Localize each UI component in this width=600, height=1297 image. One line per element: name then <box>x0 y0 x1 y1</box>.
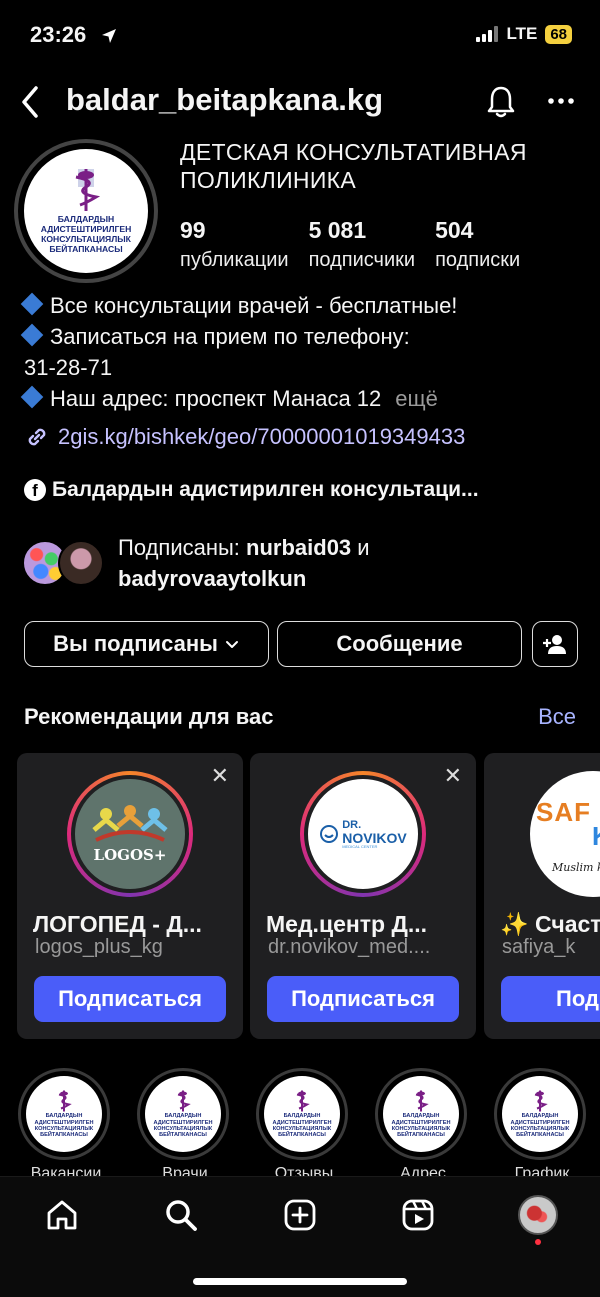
clinic-logo: БАЛДАРДЫН АДИСТЕШТИРИЛГЕН КОНСУЛЬТАЦИЯЛЫ… <box>24 149 148 273</box>
card-avatar: SAF KI Muslim kin <box>530 771 600 897</box>
battery-icon: 68 <box>545 24 572 44</box>
profile-stats: 99 публикации 5 081 подписчики 504 подпи… <box>180 215 590 275</box>
card-avatar: LOGOS+ <box>71 775 189 893</box>
card-name: ✨ Счаст <box>500 911 600 937</box>
location-arrow-icon <box>102 29 116 43</box>
caduceus-icon <box>58 1090 72 1112</box>
tab-profile[interactable] <box>518 1195 558 1235</box>
highlight-item[interactable]: БАЛДАРДЫН АДИСТЕШТИРИЛГЕН КОНСУЛЬТАЦИЯЛЫК Б… <box>375 1068 471 1176</box>
highlight-label: Вакансии <box>30 1165 102 1176</box>
story-ring[interactable]: LOGOS+ <box>67 771 193 897</box>
card-name: Мед.центр Д... <box>266 911 428 937</box>
logo-text: KI <box>592 821 600 852</box>
highlight-label: Врачи <box>162 1165 208 1176</box>
recommendations-header: Рекомендации для вас Все <box>24 704 576 730</box>
bell-icon[interactable] <box>484 84 518 120</box>
more-options-icon[interactable] <box>544 86 578 116</box>
card-handle: dr.novikov_med.... <box>268 936 431 958</box>
card-handle: safiya_k <box>502 936 576 958</box>
facebook-link[interactable]: f Балдардын адистирилген консультаци... <box>24 478 479 502</box>
tab-reels[interactable] <box>398 1195 438 1235</box>
highlight-item[interactable]: БАЛДАРДЫН АДИСТЕШТИРИЛГЕН КОНСУЛЬТАЦИЯЛЫК Б… <box>256 1068 352 1176</box>
profile-avatar[interactable]: БАЛДАРДЫН АДИСТЕШТИРИЛГЕН КОНСУЛЬТАЦИЯЛЫ… <box>14 139 158 283</box>
follow-button[interactable]: Подписаться <box>34 976 226 1022</box>
profile-display-name: ДЕТСКАЯ КОНСУЛЬТАТИВНАЯ ПОЛИКЛИНИКА <box>180 139 527 193</box>
close-icon[interactable]: ✕ <box>444 763 462 789</box>
follow-button[interactable]: Подписаться <box>267 976 459 1022</box>
close-icon[interactable]: ✕ <box>211 763 229 789</box>
recommendations-title: Рекомендации для вас <box>24 704 274 729</box>
caduceus-icon <box>296 1090 310 1112</box>
novikov-logo: DR. NOVIKOV MEDICAL CENTER <box>319 819 407 849</box>
stat-following[interactable]: 504 подписки <box>435 215 520 275</box>
card-handle: logos_plus_kg <box>35 936 163 958</box>
caduceus-icon <box>534 1090 548 1112</box>
recommendation-card[interactable]: SAF KI Muslim kin ✨ Счаст safiya_k Подпи… <box>484 753 600 1039</box>
status-bar: 23:26 LTE 68 <box>0 0 600 70</box>
caduceus-icon <box>75 169 101 212</box>
followed-by-text: Подписаны: nurbaid03 и badyrovaaytolkun <box>118 535 370 591</box>
recommendation-card[interactable]: ✕ DR. NOVIKOV MEDICAL CENTER Мед.центр Д… <box>250 753 476 1039</box>
stat-followers[interactable]: 5 081 подписчики <box>309 215 415 275</box>
avatar <box>58 540 104 586</box>
card-name: ЛОГОПЕД - Д... <box>33 911 202 937</box>
highlight-item[interactable]: БАЛДАРДЫН АДИСТЕШТИРИЛГЕН КОНСУЛЬТАЦИЯЛЫК Б… <box>137 1068 233 1176</box>
facebook-icon: f <box>24 479 46 501</box>
followed-by-avatars <box>22 538 108 588</box>
blue-diamond-icon <box>20 323 44 347</box>
logo-text: LOGOS+ <box>93 846 167 864</box>
profile-username: baldar_beitapkana.kg <box>66 82 384 117</box>
stat-posts[interactable]: 99 публикации <box>180 215 289 275</box>
add-user-button[interactable] <box>532 621 578 667</box>
home-indicator[interactable] <box>193 1278 407 1285</box>
home-icon <box>47 1200 77 1230</box>
highlight-label: Адрес <box>400 1165 446 1176</box>
recommendations-carousel[interactable]: ✕ LOGOS+ ЛОГОПЕД - Д... logos_plus_kg По… <box>17 753 600 1039</box>
follow-button[interactable]: Подпис <box>501 976 600 1022</box>
back-arrow-icon[interactable] <box>16 82 46 122</box>
network-label: LTE <box>506 24 538 43</box>
people-logo-icon <box>92 805 168 842</box>
tab-search[interactable] <box>161 1195 201 1235</box>
add-user-icon <box>543 635 566 654</box>
search-icon <box>166 1200 197 1231</box>
subscribed-button[interactable]: Вы подписаны <box>24 621 269 667</box>
notification-dot <box>535 1239 541 1245</box>
highlight-item[interactable]: БАЛДАРДЫН АДИСТЕШТИРИЛГЕН КОНСУЛЬТАЦИЯЛЫК Б… <box>18 1068 114 1176</box>
tab-create[interactable] <box>280 1195 320 1235</box>
profile-header: baldar_beitapkana.kg <box>0 78 600 128</box>
link-icon <box>28 428 46 446</box>
clinic-logo-text: БАЛДАРДЫН АДИСТЕШТИРИЛГЕН КОНСУЛЬТАЦИЯЛЫ… <box>40 214 132 254</box>
chevron-down-icon <box>225 641 238 648</box>
plus-square-icon <box>284 1199 316 1231</box>
blue-diamond-icon <box>20 385 44 409</box>
signal-icon <box>476 26 499 42</box>
caduceus-icon <box>415 1090 429 1112</box>
status-time: 23:26 <box>30 22 87 47</box>
highlight-label: График <box>514 1165 570 1176</box>
bio-more-link[interactable]: ещё <box>395 386 438 411</box>
blue-diamond-icon <box>20 292 44 316</box>
followed-by[interactable]: Подписаны: nurbaid03 и badyrovaaytolkun <box>22 532 370 594</box>
logo-text: SAF <box>536 797 591 827</box>
logo-script-text: Muslim kin <box>552 861 600 874</box>
see-all-link[interactable]: Все <box>538 704 576 730</box>
caduceus-icon <box>177 1090 191 1112</box>
story-ring[interactable]: DR. NOVIKOV MEDICAL CENTER <box>300 771 426 897</box>
smile-logo-icon <box>320 825 339 843</box>
story-highlights[interactable]: БАЛДАРДЫН АДИСТЕШТИРИЛГЕН КОНСУЛЬТАЦИЯЛЫК Б… <box>18 1068 600 1176</box>
story-ring[interactable]: SAF KI Muslim kin <box>530 771 600 897</box>
profile-link[interactable]: 2gis.kg/bishkek/geo/70000001019349433 <box>24 424 465 450</box>
card-avatar: DR. NOVIKOV MEDICAL CENTER <box>304 775 422 893</box>
highlight-label: Отзывы <box>274 1165 334 1176</box>
profile-bio: Все консультации врачей - бесплатные! За… <box>20 290 584 414</box>
tab-home[interactable] <box>42 1195 82 1235</box>
highlight-item[interactable]: БАЛДАРДЫН АДИСТЕШТИРИЛГЕН КОНСУЛЬТАЦИЯЛЫК Б… <box>494 1068 590 1176</box>
profile-actions: Вы подписаны Сообщение <box>24 621 578 667</box>
reels-icon <box>402 1199 434 1231</box>
recommendation-card[interactable]: ✕ LOGOS+ ЛОГОПЕД - Д... logos_plus_kg По… <box>17 753 243 1039</box>
message-button[interactable]: Сообщение <box>277 621 522 667</box>
